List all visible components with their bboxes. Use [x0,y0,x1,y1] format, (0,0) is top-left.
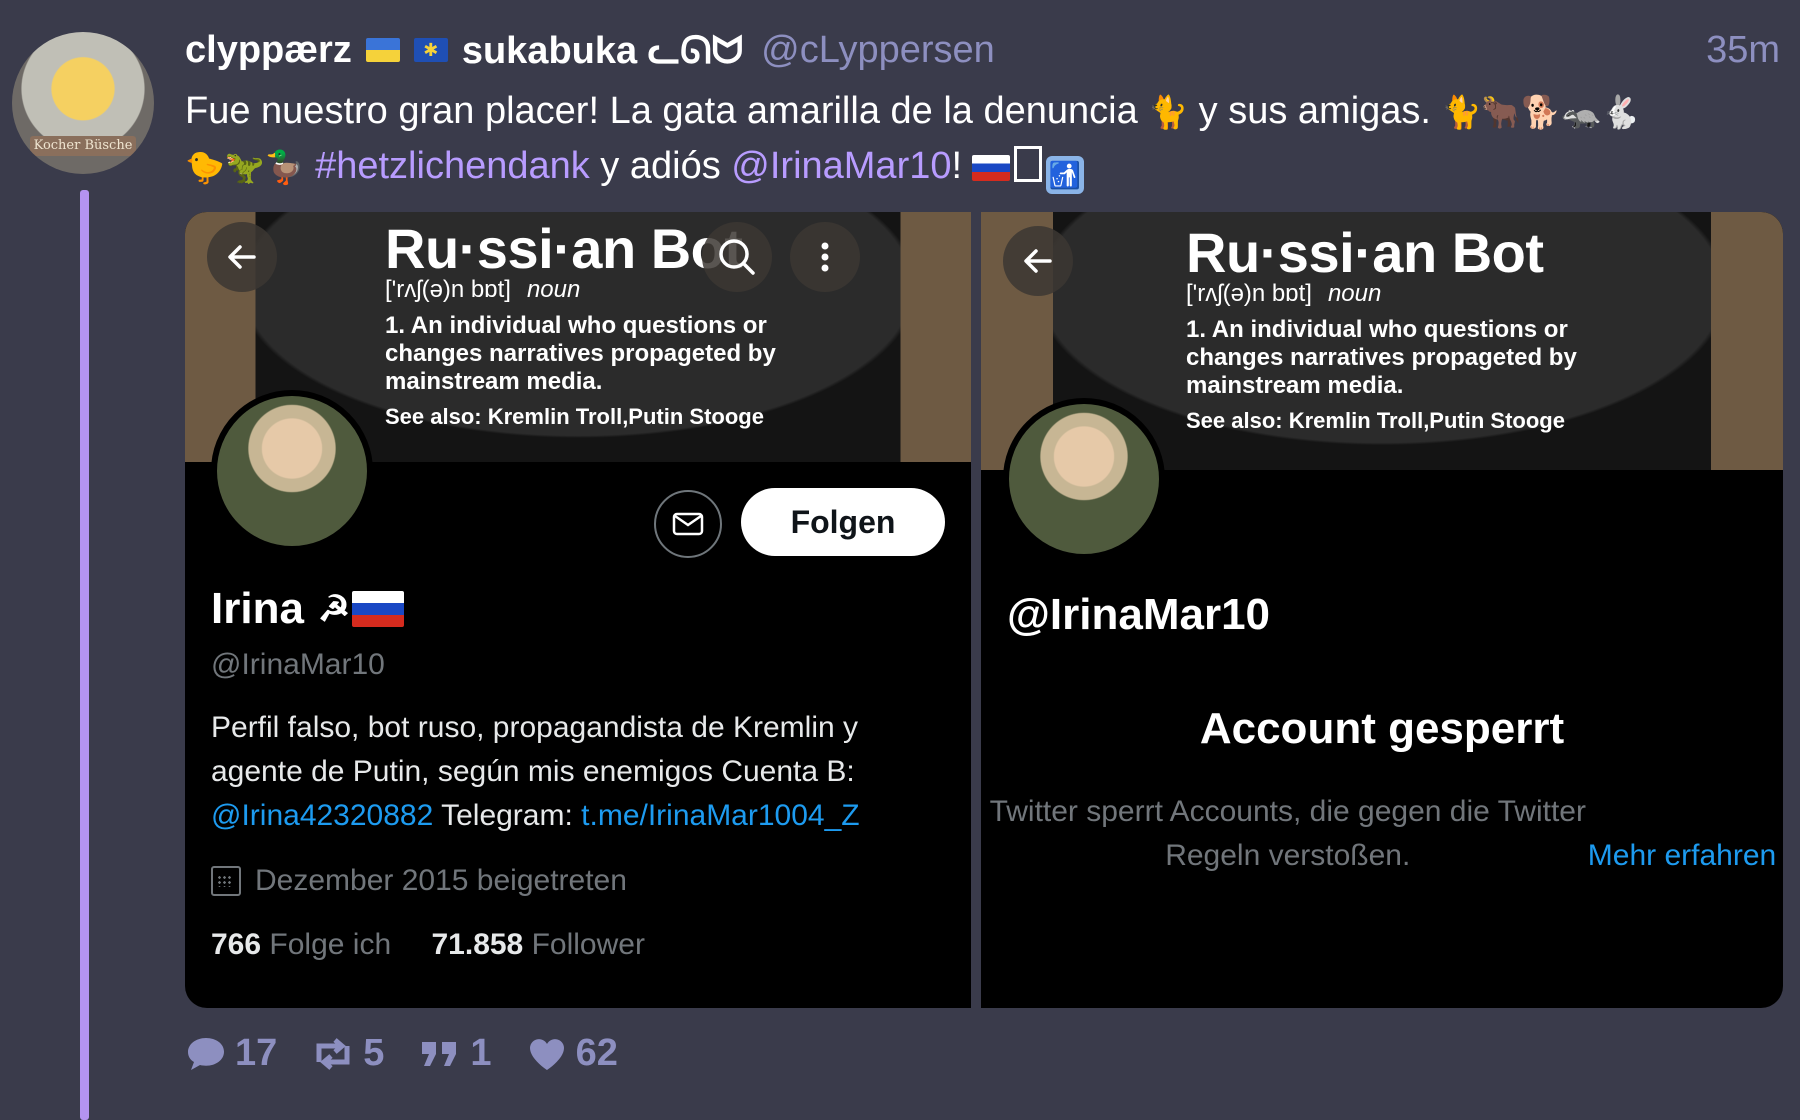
russia-flag-icon [972,155,1011,181]
banner-title: Ru·ssi·an Bot [385,217,743,280]
post-text-2: y sus amigas. [1188,90,1442,132]
arrow-left-icon [1024,249,1052,273]
hashtag-link[interactable]: #hetzlichendank [315,145,590,187]
post-text-4: ! [951,145,963,187]
suspended-title: Account gesperrt [1199,704,1565,753]
display-name-suffix[interactable]: sukabuka ᓚᘏᗢ [462,28,743,73]
profile-name-text: Irina [211,584,304,633]
author-handle[interactable]: @cLyppersen [761,29,995,72]
ukraine-flag-icon [365,38,400,62]
followers-stat[interactable]: 71.858 Follower [431,928,644,961]
search-button[interactable] [702,222,772,292]
search-icon [719,239,755,275]
more-vertical-icon [821,242,829,272]
missing-glyph-icon [1014,146,1043,182]
banner-definition: 1. An individual who questions or change… [1186,316,1577,399]
profile-bio: Perfil falso, bot ruso, propagandista de… [211,706,951,838]
eu-flag-icon [413,38,448,62]
post-body: Fue nuestro gran placer! La gata amarill… [185,84,1780,194]
cat-emoji: 🐈 [1148,93,1189,131]
message-button[interactable] [654,490,722,558]
post-timestamp[interactable]: 35m [1706,29,1780,72]
like-button[interactable]: 62 [526,1032,618,1075]
follow-button[interactable]: Folgen [741,488,945,556]
retweet-icon [316,1037,350,1070]
animal-emojis: 🐈🐂🐕🦡🐇 [1441,93,1641,131]
profile-picture[interactable] [1003,398,1165,560]
arrow-left-icon [228,245,256,269]
banner-definition: 1. An individual who questions or change… [385,312,776,395]
bio-link-telegram[interactable]: t.me/IrinaMar1004_Z [581,799,859,832]
trash-icon: 🚮 [1046,156,1085,194]
thread-line [80,190,89,1120]
profile-picture[interactable] [211,390,373,552]
back-button[interactable] [1003,226,1073,296]
quote-count: 1 [470,1032,492,1074]
follow-stats: 766 Folge ich 71.858 Follower [211,928,645,962]
joined-text: Dezember 2015 beigetreten [255,864,627,897]
quote-icon [422,1041,457,1066]
profile-name: Irina ☭ [211,584,405,634]
part-of-speech: noun [1327,280,1382,307]
mail-icon [672,512,704,536]
following-stat[interactable]: 766 Folge ich [211,928,391,961]
banner-title: Ru·ssi·an Bot [1186,221,1544,284]
followers-count: 71.858 [431,928,524,961]
profile-handle: @IrinaMar10 [1007,590,1271,639]
post-header: clyppærz sukabuka ᓚᘏᗢ @cLyppersen 35m [185,24,1780,76]
boost-button[interactable]: 5 [311,1032,384,1075]
pronunciation-text: ['rʌʃ(ə)n bɒt] [385,276,511,303]
post-actions: 17 5 1 62 [185,1032,652,1075]
attachment-image-profile[interactable]: Ru·ssi·an Bot ['rʌʃ(ə)n bɒt] noun 1. An i… [185,212,971,1008]
pronunciation-text: ['rʌʃ(ə)n bɒt] [1186,280,1312,307]
banner-pronunciation: ['rʌʃ(ə)n bɒt] noun [385,276,580,304]
calendar-icon [211,866,241,896]
joined-date: Dezember 2015 beigetreten [211,864,627,898]
bio-link-account[interactable]: @Irina42320882 [211,799,433,832]
back-button[interactable] [207,222,277,292]
bio-text: Perfil falso, bot ruso, propagandista de… [211,711,859,788]
bio-text-2: Telegram: [433,799,582,832]
reply-count: 17 [235,1032,278,1074]
suspended-message: Twitter sperrt Accounts, die gegen die T… [981,790,1783,878]
reply-button[interactable]: 17 [185,1032,277,1075]
post-text-3: y adiós [589,145,732,187]
media-attachments: Ru·ssi·an Bot ['rʌʃ(ə)n bɒt] noun 1. An i… [185,212,1783,1008]
banner-see-also: See also: Kremlin Troll,Putin Stooge [1186,408,1565,433]
banner-pronunciation: ['rʌʃ(ə)n bɒt] noun [1186,280,1381,308]
part-of-speech: noun [526,276,581,303]
post-text-1: Fue nuestro gran placer! La gata amarill… [185,90,1149,132]
russia-flag-icon [352,591,405,627]
display-name[interactable]: clyppærz [185,29,352,72]
hammer-sickle-icon: ☭ [317,588,351,629]
learn-more-link[interactable]: Mehr erfahren [1588,839,1776,872]
attachment-image-suspended[interactable]: Ru·ssi·an Bot ['rʌʃ(ə)n bɒt] noun 1. An i… [981,212,1783,1008]
speech-bubble-icon [188,1037,224,1070]
banner-see-also: See also: Kremlin Troll,Putin Stooge [385,404,764,429]
following-label: Folge ich [269,928,392,961]
author-avatar[interactable]: Kocher Büsche [12,32,154,174]
following-count: 766 [211,928,262,961]
suspended-text: Twitter sperrt Accounts, die gegen die T… [989,795,1586,872]
profile-handle: @IrinaMar10 [211,648,385,681]
boost-count: 5 [363,1032,385,1074]
quote-button[interactable]: 1 [418,1032,492,1075]
followers-label: Follower [531,928,645,961]
heart-icon [529,1038,564,1070]
animal-emojis-2: 🐤🦖🦆 [185,148,305,186]
avatar-caption: Kocher Büsche [30,136,136,156]
like-count: 62 [575,1032,618,1074]
more-button[interactable] [790,222,860,292]
mention-link[interactable]: @IrinaMar10 [731,145,951,187]
